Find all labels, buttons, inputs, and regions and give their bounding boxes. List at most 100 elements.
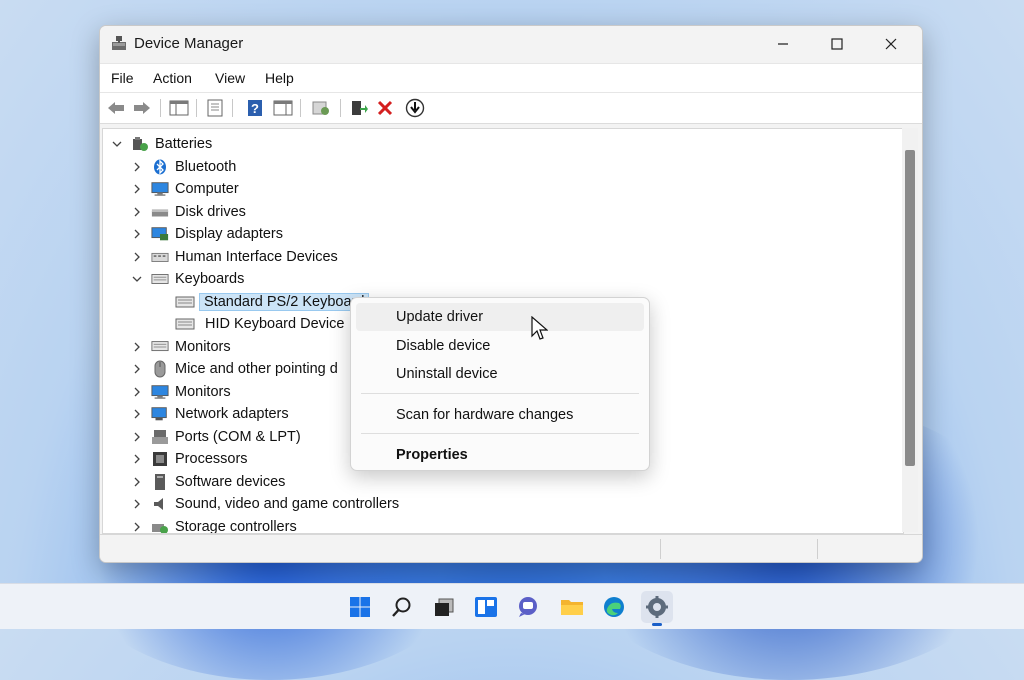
scrollbar-thumb[interactable] [905,150,915,466]
menu-action[interactable]: Action [153,70,192,86]
chevron-right-icon[interactable] [131,363,143,375]
widgets-button[interactable] [470,591,502,623]
chat-button[interactable] [512,591,544,623]
close-button[interactable] [868,26,914,62]
file-explorer-button[interactable] [556,591,588,623]
tree-item-monitors-2[interactable]: Monitors [131,381,231,403]
scan-hardware-button[interactable] [310,98,332,118]
chevron-right-icon[interactable] [131,498,143,510]
edge-browser-button[interactable] [598,591,630,623]
minimize-button[interactable] [760,26,806,62]
tree-item-keyboards[interactable]: Keyboards [131,268,244,290]
tree-item-computer[interactable]: Computer [131,178,239,200]
enable-device-button[interactable] [404,98,426,118]
status-divider [817,539,818,559]
chevron-right-icon[interactable] [131,161,143,173]
console-tree-icon [169,100,189,116]
chevron-right-icon[interactable] [131,476,143,488]
chevron-right-icon[interactable] [131,341,143,353]
vertical-scrollbar[interactable] [902,128,918,532]
tree-item-disk-drives[interactable]: Disk drives [131,201,246,223]
display-adapter-icon [151,226,169,242]
tree-item-monitors[interactable]: Monitors [131,336,231,358]
tree-item-bluetooth[interactable]: Bluetooth [131,156,236,178]
maximize-button[interactable] [814,26,860,62]
forward-button[interactable] [131,98,153,118]
back-button[interactable] [105,98,127,118]
search-icon [392,597,411,617]
file-explorer-icon [561,600,583,615]
status-divider [660,539,661,559]
back-arrow-icon [108,102,124,114]
properties-button[interactable] [204,98,226,118]
tree-item-label: Monitors [175,339,231,355]
search-button[interactable] [386,591,418,623]
tree-item-storage-controllers[interactable]: Storage controllers [131,516,297,533]
tree-item-mice[interactable]: Mice and other pointing d [131,358,338,380]
windows-start-icon [350,597,370,617]
chevron-right-icon[interactable] [131,183,143,195]
enable-device-icon [405,98,425,118]
tree-item-display-adapters[interactable]: Display adapters [131,223,283,245]
monitor-icon [151,339,169,355]
start-button[interactable] [344,591,376,623]
chevron-down-icon[interactable] [131,273,143,285]
mouse-cursor-icon [531,316,548,340]
uninstall-icon [377,100,393,116]
help-icon: ? [248,100,262,116]
console-tree-button[interactable] [168,98,190,118]
settings-gear-icon [646,596,668,618]
forward-arrow-icon [134,102,150,114]
toolbar-separator [160,99,161,117]
tree-item-software-devices[interactable]: Software devices [131,471,285,493]
disk-drive-icon [151,204,169,220]
tree-item-processors[interactable]: Processors [131,448,248,470]
settings-button[interactable] [641,591,673,623]
tree-item-network-adapters[interactable]: Network adapters [131,403,289,425]
computer-icon [151,181,169,197]
menu-item-label: Disable device [396,338,491,354]
speaker-icon [151,496,169,512]
tree-item-label: Processors [175,451,248,467]
tree-item-sound-video-game[interactable]: Sound, video and game controllers [131,493,399,515]
show-action-pane-button[interactable] [272,98,294,118]
menu-item-update-driver[interactable]: Update driver [356,303,644,331]
close-icon [885,38,897,50]
tree-item-ports[interactable]: Ports (COM & LPT) [131,426,301,448]
chevron-right-icon[interactable] [131,228,143,240]
chevron-right-icon[interactable] [131,251,143,263]
tree-item-hid-keyboard-device[interactable]: HID Keyboard Device [175,313,344,335]
menu-view[interactable]: View [215,70,245,86]
toolbar: ? [100,92,922,124]
task-view-button[interactable] [428,591,460,623]
menu-item-disable-device[interactable]: Disable device [356,332,644,360]
menu-item-properties[interactable]: Properties [356,441,644,469]
chevron-right-icon[interactable] [131,386,143,398]
chevron-down-icon[interactable] [111,138,123,150]
taskbar [0,583,1024,629]
chevron-right-icon[interactable] [131,453,143,465]
battery-computer-icon [131,136,149,152]
tree-item-batteries[interactable]: Batteries [111,133,212,155]
port-icon [151,429,169,445]
chevron-right-icon[interactable] [131,408,143,420]
tree-item-human-interface-devices[interactable]: Human Interface Devices [131,246,338,268]
help-button[interactable]: ? [244,98,266,118]
chevron-right-icon[interactable] [131,206,143,218]
tree-item-label: Bluetooth [175,159,237,175]
menu-item-scan-hardware[interactable]: Scan for hardware changes [356,401,644,429]
uninstall-button[interactable] [374,98,396,118]
chevron-right-icon[interactable] [131,521,143,533]
title-bar[interactable]: Device Manager [100,26,922,62]
minimize-icon [778,43,788,45]
properties-sheet-icon [207,99,223,117]
tree-item-label: Network adapters [175,406,289,422]
menu-file[interactable]: File [111,70,134,86]
keyboard-icon [175,317,195,331]
chevron-right-icon[interactable] [131,431,143,443]
tree-item-standard-ps2-keyboard[interactable]: Standard PS/2 Keyboard [175,291,370,313]
update-driver-button[interactable] [348,98,370,118]
context-menu: Update driver Disable device Uninstall d… [350,297,650,471]
menu-help[interactable]: Help [265,70,294,86]
menu-item-uninstall-device[interactable]: Uninstall device [356,360,644,388]
